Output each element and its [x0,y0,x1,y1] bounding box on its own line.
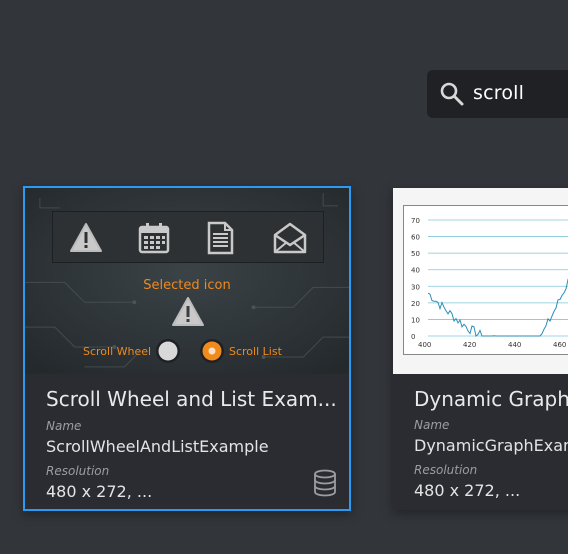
line-graph: 70 60 50 40 30 20 10 0400 420 440 460 [411,217,568,349]
card-thumbnail: Selected icon Scroll Wheel Scroll List [25,188,349,375]
y-tick-label: 10 [411,316,420,324]
mail-open-icon [273,222,307,254]
graph-preview: 70 60 50 40 30 20 10 0 400 420 440 460 [403,205,568,355]
x-tick-label: 440 [508,341,521,349]
warning-icon [70,223,102,252]
y-tick-label: 50 [411,250,420,258]
scroll-wheel-label: Scroll Wheel [83,345,152,358]
y-tick-label: 0 [411,333,415,341]
y-tick-label: 30 [411,283,420,291]
resolution-label: Resolution [46,464,110,478]
x-tick-label: 460 [553,341,566,349]
calendar-icon [138,223,170,254]
resolution-value: 480 x 272, ... [414,481,521,500]
x-tick-label: 400 [418,341,431,349]
search-input-value[interactable]: scroll [473,82,524,104]
example-card-dynamic-graph[interactable]: 70 60 50 40 30 20 10 0 400 420 440 460 Dynamic Grap… [393,188,568,510]
y-tick-label: 20 [411,300,420,308]
y-tick-label: 60 [411,234,420,242]
card-title: Dynamic Graph [414,387,568,411]
document-icon [207,221,234,255]
selected-icon-label: Selected icon [143,278,231,293]
scroll-list-label: Scroll List [229,345,282,358]
name-label: Name [414,418,450,432]
search-icon [440,82,464,106]
name-value: ScrollWheelAndListExample [46,437,269,456]
scroll-list-radio [200,339,224,363]
x-tick-label: 420 [463,341,476,349]
icon-bar [52,211,324,263]
database-icon [314,469,336,497]
resolution-value: 480 x 272, ... [46,482,153,501]
name-value: DynamicGraphExam [414,436,568,455]
graph-line [427,278,568,337]
name-label: Name [46,419,82,433]
search-field[interactable]: scroll [427,70,568,118]
example-card-scroll-wheel[interactable]: Selected icon Scroll Wheel Scroll List S… [23,186,351,511]
resolution-label: Resolution [414,463,478,477]
selected-warning-icon [172,297,204,326]
y-tick-label: 40 [411,267,420,275]
card-title: Scroll Wheel and List Exam... [46,387,336,411]
y-tick-label: 70 [411,217,420,225]
scroll-wheel-radio [156,339,180,363]
card-thumbnail: 70 60 50 40 30 20 10 0 400 420 440 460 [393,188,568,374]
